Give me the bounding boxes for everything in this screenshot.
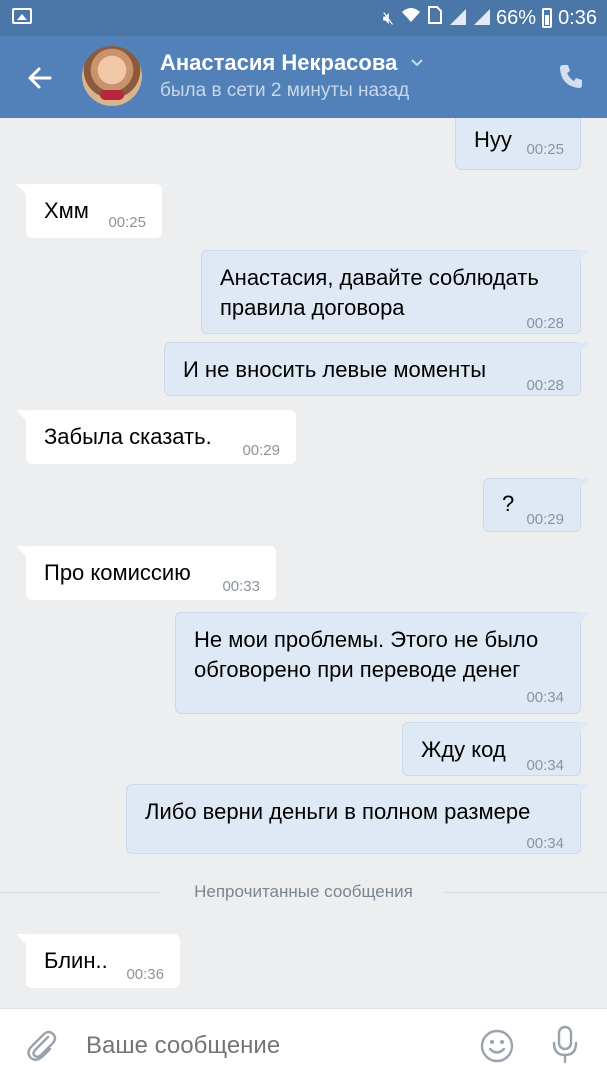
wifi-icon <box>400 6 422 30</box>
message-composer <box>0 1008 607 1080</box>
message-incoming[interactable]: Хмм 00:25 <box>16 184 162 238</box>
chevron-down-icon[interactable] <box>410 56 424 70</box>
smiley-icon[interactable] <box>480 1029 514 1063</box>
gallery-icon <box>12 8 32 24</box>
divider-line <box>445 892 607 893</box>
message-incoming[interactable]: Блин.. 00:36 <box>16 934 180 988</box>
message-time: 00:29 <box>526 511 564 528</box>
message-text: И не вносить левые моменты <box>183 357 487 382</box>
back-button[interactable] <box>20 58 60 98</box>
mute-icon: 🔇︎ <box>382 8 395 28</box>
contact-name[interactable]: Анастасия Некрасова <box>160 50 397 76</box>
message-time: 00:34 <box>526 835 564 852</box>
unread-divider: Непрочитанные сообщения <box>0 878 607 908</box>
message-incoming[interactable]: Забыла сказать. 00:29 <box>16 410 296 464</box>
microphone-icon[interactable] <box>550 1025 580 1065</box>
status-bar: 🔇︎ 66% 0:36 <box>0 0 607 36</box>
message-text: Анастасия, давайте соблюдать правила дог… <box>220 265 539 320</box>
message-list[interactable]: Нуу 00:25 Хмм 00:25 Анастасия, давайте с… <box>0 118 607 1008</box>
signal-icon <box>472 9 491 27</box>
back-arrow-icon <box>28 67 52 89</box>
battery-percent: 66% <box>496 6 537 29</box>
contact-last-seen: была в сети 2 минуты назад <box>160 80 410 101</box>
message-outgoing[interactable]: ? 00:29 <box>483 478 590 532</box>
message-input[interactable] <box>86 1029 456 1063</box>
message-time: 00:34 <box>526 689 564 706</box>
chat-header: Анастасия Некрасова была в сети 2 минуты… <box>0 36 607 118</box>
paperclip-icon[interactable] <box>24 1027 58 1063</box>
message-text: Хмм <box>44 198 89 223</box>
message-outgoing[interactable]: Либо верни деньги в полном размере 00:34 <box>126 784 590 854</box>
message-outgoing[interactable]: И не вносить левые моменты 00:28 <box>164 342 590 396</box>
battery-icon <box>542 8 553 28</box>
message-text: ? <box>502 491 515 516</box>
message-time: 00:28 <box>526 315 564 332</box>
message-time: 00:33 <box>222 578 260 595</box>
message-outgoing[interactable]: Жду код 00:34 <box>402 722 590 776</box>
message-text: Не мои проблемы. Этого не было обговорен… <box>194 627 539 682</box>
message-text: Блин.. <box>44 948 108 973</box>
message-time: 00:29 <box>242 442 280 459</box>
message-outgoing[interactable]: Нуу 00:25 <box>455 118 590 170</box>
message-time: 00:25 <box>108 214 146 231</box>
sim-icon <box>428 6 443 30</box>
message-time: 00:25 <box>526 141 564 158</box>
message-outgoing[interactable]: Не мои проблемы. Этого не было обговорен… <box>175 612 590 714</box>
message-text: Либо верни деньги в полном размере <box>145 799 531 824</box>
message-outgoing[interactable]: Анастасия, давайте соблюдать правила дог… <box>201 250 590 334</box>
message-text: Забыла сказать. <box>44 424 212 449</box>
message-text: Жду код <box>421 737 506 762</box>
signal-icon <box>448 9 467 27</box>
message-time: 00:34 <box>526 757 564 774</box>
message-text: Про комиссию <box>44 560 191 585</box>
phone-icon[interactable] <box>557 62 585 90</box>
avatar[interactable] <box>82 46 142 106</box>
message-incoming[interactable]: Про комиссию 00:33 <box>16 546 276 600</box>
status-bar-right: 🔇︎ 66% 0:36 <box>383 6 597 30</box>
message-time: 00:36 <box>126 966 164 983</box>
message-time: 00:28 <box>526 377 564 394</box>
clock: 0:36 <box>558 6 597 29</box>
message-text: Нуу <box>474 127 512 152</box>
